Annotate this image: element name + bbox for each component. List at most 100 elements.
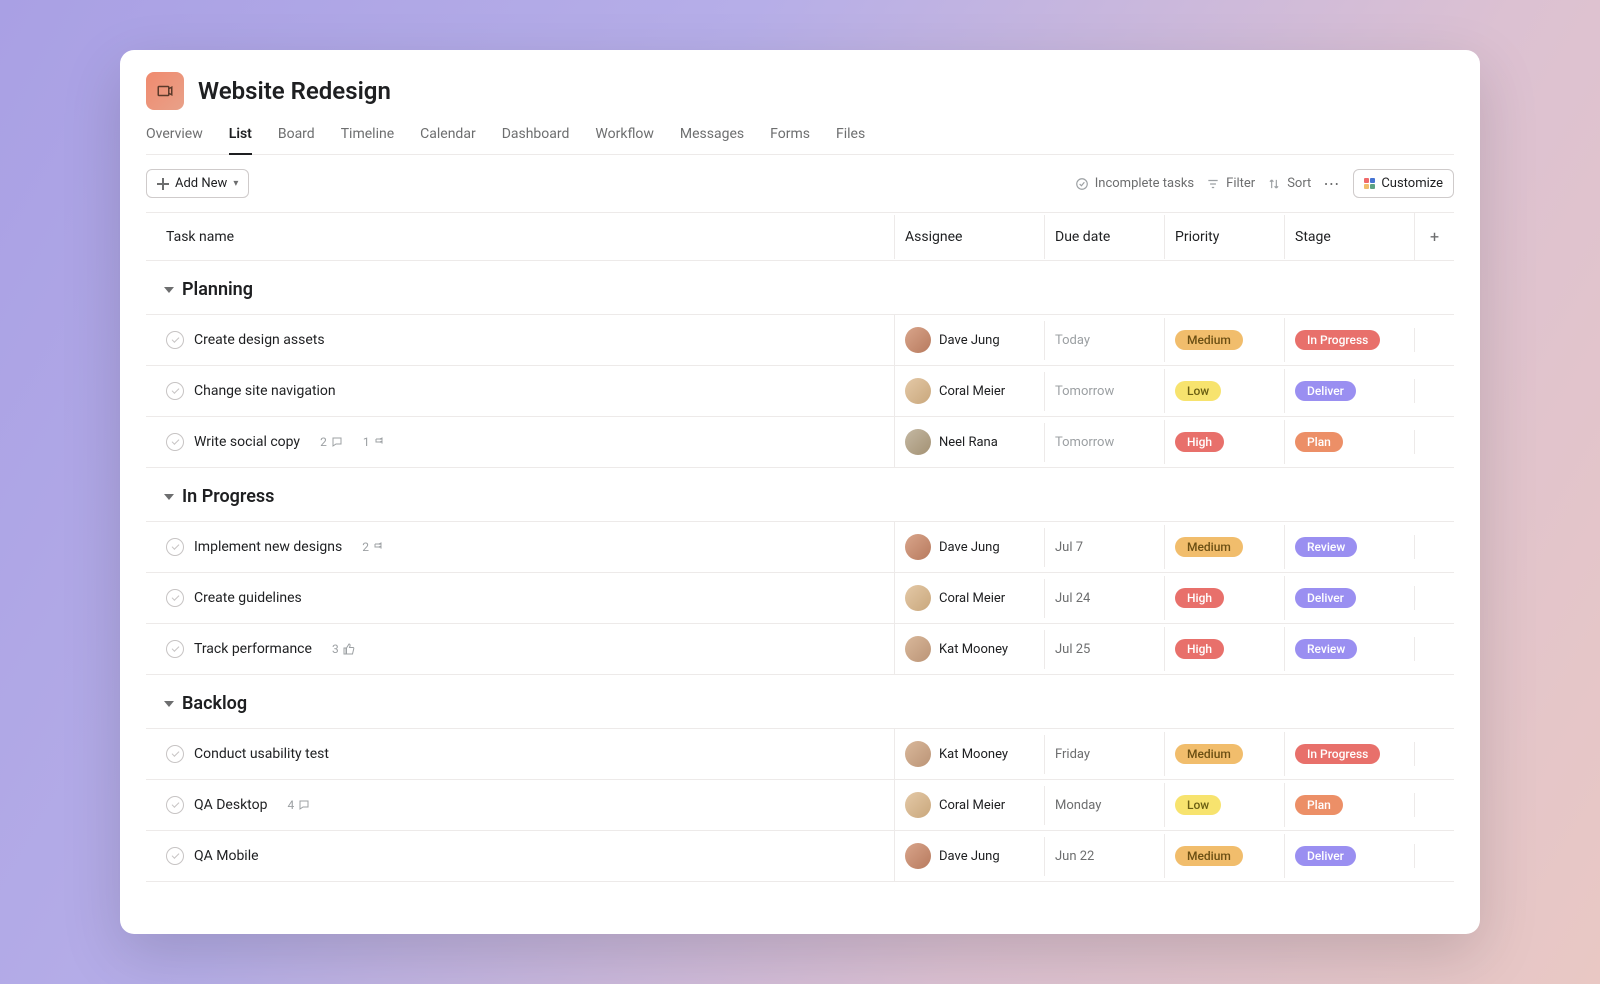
stage-cell[interactable]: In Progress <box>1284 732 1414 776</box>
task-table: Task name Assignee Due date Priority Sta… <box>146 212 1454 934</box>
filter-button[interactable]: Filter <box>1206 176 1255 191</box>
check-circle-icon <box>1075 177 1089 191</box>
due-date-cell[interactable]: Today <box>1044 321 1164 360</box>
add-column-button[interactable]: + <box>1414 213 1454 260</box>
stage-cell[interactable]: Review <box>1284 525 1414 569</box>
complete-toggle[interactable] <box>166 745 184 763</box>
assignee-cell[interactable]: Coral Meier <box>894 780 1044 830</box>
tab-dashboard[interactable]: Dashboard <box>502 120 570 154</box>
assignee-cell[interactable]: Coral Meier <box>894 573 1044 623</box>
chevron-down-icon: ▾ <box>233 178 238 189</box>
stage-cell[interactable]: Deliver <box>1284 576 1414 620</box>
stage-pill: Deliver <box>1295 381 1356 401</box>
assignee-cell[interactable]: Kat Mooney <box>894 624 1044 674</box>
tab-forms[interactable]: Forms <box>770 120 810 154</box>
priority-cell[interactable]: Medium <box>1164 318 1284 362</box>
due-date-cell[interactable]: Tomorrow <box>1044 372 1164 411</box>
toolbar: Add New ▾ Incomplete tasks Filter Sort ⋯… <box>146 155 1454 212</box>
assignee-name: Dave Jung <box>939 849 1000 864</box>
priority-pill: Medium <box>1175 846 1243 866</box>
complete-toggle[interactable] <box>166 538 184 556</box>
col-assignee[interactable]: Assignee <box>894 215 1044 259</box>
tab-messages[interactable]: Messages <box>680 120 744 154</box>
stage-cell[interactable]: Plan <box>1284 783 1414 827</box>
due-date-cell[interactable]: Jul 24 <box>1044 579 1164 618</box>
row-end-cell <box>1414 328 1454 352</box>
due-date-cell[interactable]: Jul 7 <box>1044 528 1164 567</box>
tab-board[interactable]: Board <box>278 120 315 154</box>
tab-list[interactable]: List <box>229 120 252 154</box>
task-row[interactable]: Conduct usability testKat MooneyFridayMe… <box>146 729 1454 780</box>
priority-cell[interactable]: Medium <box>1164 732 1284 776</box>
stage-cell[interactable]: Deliver <box>1284 369 1414 413</box>
task-row[interactable]: Implement new designs2 Dave JungJul 7Med… <box>146 522 1454 573</box>
comment-count: 4 <box>287 798 310 812</box>
assignee-cell[interactable]: Neel Rana <box>894 417 1044 467</box>
col-stage[interactable]: Stage <box>1284 215 1414 259</box>
task-row[interactable]: Track performance3 Kat MooneyJul 25HighR… <box>146 624 1454 675</box>
section-name: Planning <box>182 279 253 300</box>
tab-files[interactable]: Files <box>836 120 865 154</box>
due-date-cell[interactable]: Friday <box>1044 735 1164 774</box>
task-name: Change site navigation <box>194 383 336 399</box>
complete-toggle[interactable] <box>166 433 184 451</box>
tab-timeline[interactable]: Timeline <box>341 120 394 154</box>
stage-pill: Plan <box>1295 432 1343 452</box>
priority-cell[interactable]: High <box>1164 420 1284 464</box>
task-row[interactable]: QA MobileDave JungJun 22MediumDeliver <box>146 831 1454 882</box>
complete-toggle[interactable] <box>166 589 184 607</box>
assignee-name: Kat Mooney <box>939 747 1008 762</box>
assignee-cell[interactable]: Coral Meier <box>894 366 1044 416</box>
sort-label: Sort <box>1287 176 1311 191</box>
col-priority[interactable]: Priority <box>1164 215 1284 259</box>
assignee-cell[interactable]: Kat Mooney <box>894 729 1044 779</box>
add-new-button[interactable]: Add New ▾ <box>146 169 249 198</box>
stage-cell[interactable]: Review <box>1284 627 1414 671</box>
assignee-cell[interactable]: Dave Jung <box>894 522 1044 572</box>
customize-button[interactable]: Customize <box>1353 169 1454 198</box>
col-task-name[interactable]: Task name <box>146 215 894 259</box>
priority-cell[interactable]: High <box>1164 627 1284 671</box>
priority-cell[interactable]: Low <box>1164 783 1284 827</box>
tab-overview[interactable]: Overview <box>146 120 203 154</box>
task-row[interactable]: QA Desktop4 Coral MeierMondayLowPlan <box>146 780 1454 831</box>
stage-cell[interactable]: Plan <box>1284 420 1414 464</box>
stage-cell[interactable]: Deliver <box>1284 834 1414 878</box>
col-due-date[interactable]: Due date <box>1044 215 1164 259</box>
due-date-cell[interactable]: Tomorrow <box>1044 423 1164 462</box>
priority-cell[interactable]: Medium <box>1164 525 1284 569</box>
complete-toggle[interactable] <box>166 331 184 349</box>
task-row[interactable]: Write social copy2 1 Neel RanaTomorrowHi… <box>146 417 1454 468</box>
stage-pill: Plan <box>1295 795 1343 815</box>
complete-toggle[interactable] <box>166 847 184 865</box>
project-header: Website Redesign <box>146 68 1454 120</box>
section-name: In Progress <box>182 486 274 507</box>
tab-workflow[interactable]: Workflow <box>595 120 654 154</box>
tab-calendar[interactable]: Calendar <box>420 120 476 154</box>
section-header[interactable]: Planning <box>146 261 1454 315</box>
task-name: Track performance <box>194 641 312 657</box>
due-date-cell[interactable]: Jun 22 <box>1044 837 1164 876</box>
task-row[interactable]: Create design assetsDave JungTodayMedium… <box>146 315 1454 366</box>
priority-cell[interactable]: High <box>1164 576 1284 620</box>
stage-cell[interactable]: In Progress <box>1284 318 1414 362</box>
row-end-cell <box>1414 844 1454 868</box>
incomplete-tasks-filter[interactable]: Incomplete tasks <box>1075 176 1194 191</box>
priority-cell[interactable]: Medium <box>1164 834 1284 878</box>
due-date-cell[interactable]: Monday <box>1044 786 1164 825</box>
section-header[interactable]: In Progress <box>146 468 1454 522</box>
complete-toggle[interactable] <box>166 382 184 400</box>
due-date-cell[interactable]: Jul 25 <box>1044 630 1164 669</box>
more-actions-button[interactable]: ⋯ <box>1323 174 1341 193</box>
priority-cell[interactable]: Low <box>1164 369 1284 413</box>
task-row[interactable]: Create guidelinesCoral MeierJul 24HighDe… <box>146 573 1454 624</box>
assignee-cell[interactable]: Dave Jung <box>894 315 1044 365</box>
project-icon <box>146 72 184 110</box>
task-row[interactable]: Change site navigation Coral MeierTomorro… <box>146 366 1454 417</box>
complete-toggle[interactable] <box>166 640 184 658</box>
section-header[interactable]: Backlog <box>146 675 1454 729</box>
complete-toggle[interactable] <box>166 796 184 814</box>
task-name: Write social copy <box>194 434 300 450</box>
sort-button[interactable]: Sort <box>1267 176 1311 191</box>
assignee-cell[interactable]: Dave Jung <box>894 831 1044 881</box>
